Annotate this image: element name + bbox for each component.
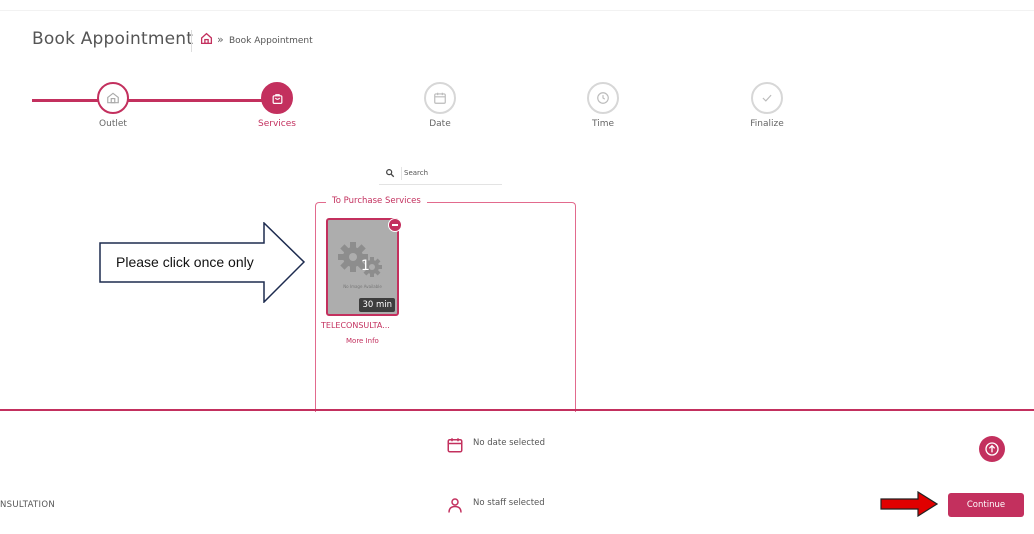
store-icon [107, 92, 119, 104]
step-services[interactable]: Services [217, 82, 337, 129]
calendar-icon [447, 438, 463, 453]
title-separator [191, 30, 192, 52]
service-quantity: 1 [361, 258, 370, 274]
page-title: Book Appointment [32, 29, 194, 49]
top-divider [0, 0, 1034, 11]
staff-status: No staff selected [473, 498, 545, 508]
continue-button[interactable]: Continue [948, 493, 1024, 517]
no-image-text: No Image Available [343, 284, 382, 289]
step-finalize[interactable]: Finalize [707, 82, 827, 129]
step-label: Time [591, 119, 615, 129]
step-label: Outlet [99, 119, 127, 129]
annotation-text: Please click once only [116, 254, 254, 270]
step-label: Services [258, 119, 296, 129]
home-icon[interactable] [200, 32, 213, 45]
bag-icon [272, 93, 282, 104]
date-status: No date selected [473, 438, 546, 448]
calendar-icon [434, 92, 446, 104]
remove-service-button[interactable] [388, 218, 402, 232]
arrow-up-icon [985, 442, 999, 456]
annotation-red-arrow [880, 491, 938, 517]
search-divider [401, 167, 402, 180]
step-date[interactable]: Date [380, 82, 500, 129]
selected-service-summary: NSULTATION [0, 500, 55, 510]
service-card[interactable]: 1 No Image Available 30 min [326, 218, 399, 316]
search-bar [379, 164, 502, 185]
step-time[interactable]: Time [543, 82, 663, 129]
breadcrumb-current: Book Appointment [229, 36, 313, 46]
step-label: Date [429, 119, 451, 129]
summary-divider [0, 409, 1034, 411]
step-label: Finalize [750, 119, 784, 129]
breadcrumb-separator: » [217, 33, 224, 46]
scroll-up-button[interactable] [979, 436, 1005, 462]
services-panel-legend: To Purchase Services [326, 196, 427, 206]
more-info-link[interactable]: More Info [346, 337, 379, 345]
user-icon [448, 498, 462, 513]
clock-icon [597, 92, 609, 104]
service-name: TELECONSULTA... [321, 321, 390, 330]
check-icon [762, 94, 772, 102]
search-input[interactable] [404, 166, 496, 180]
search-icon [386, 169, 395, 178]
service-duration-badge: 30 min [359, 298, 395, 312]
step-outlet[interactable]: Outlet [53, 82, 173, 129]
